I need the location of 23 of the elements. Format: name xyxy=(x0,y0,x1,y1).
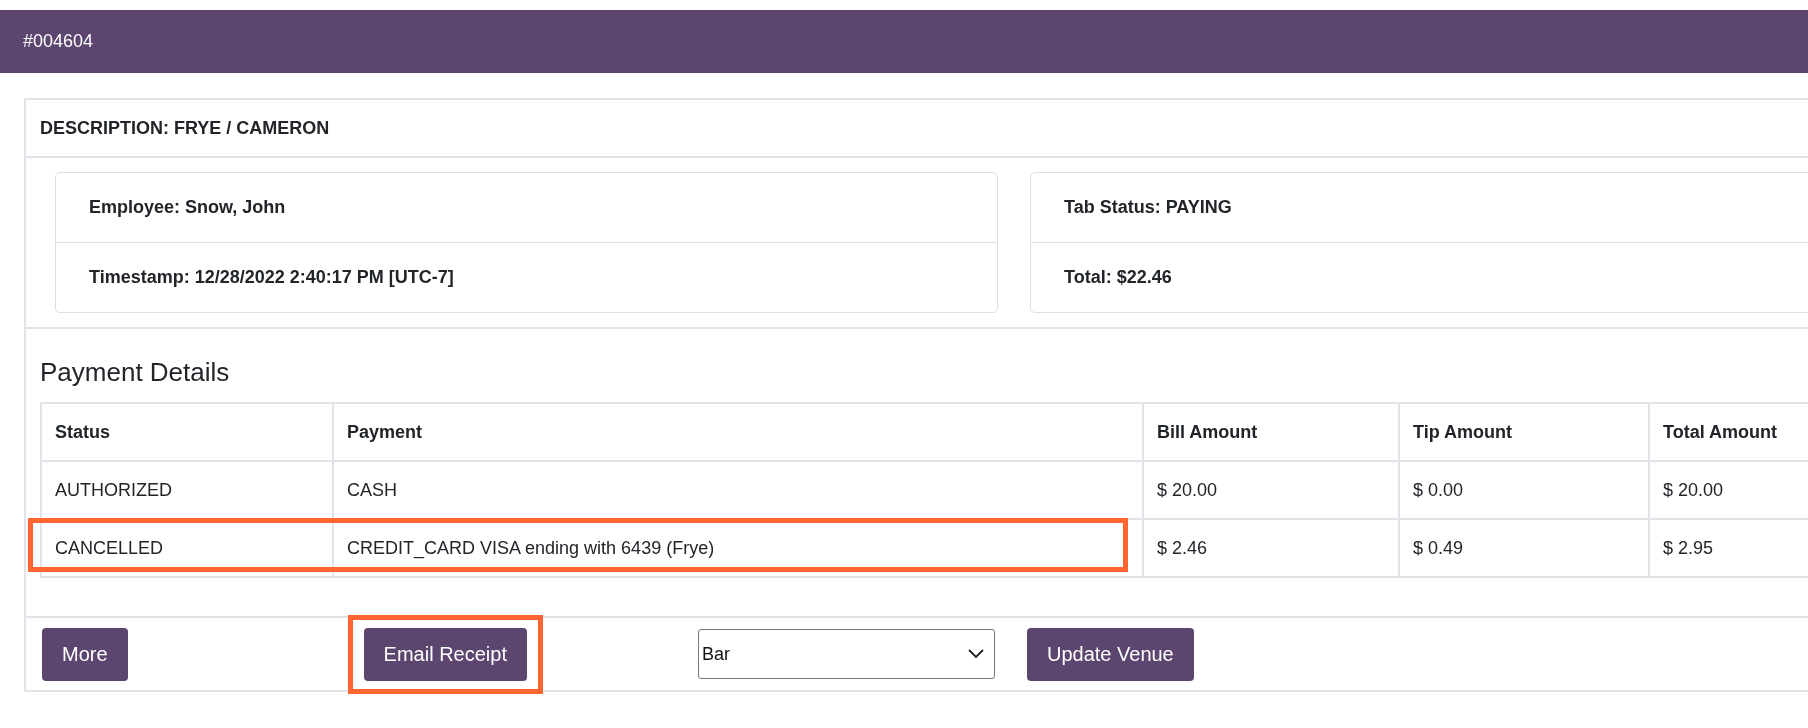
action-button[interactable]: Update Venue xyxy=(1026,627,1194,681)
order-number: #004604 xyxy=(23,31,94,52)
action-button[interactable]: Email Receipt xyxy=(363,627,527,681)
description-label: DESCRIPTION: FRYE / CAMERON xyxy=(40,117,330,139)
info-text: Employee: Snow, John xyxy=(89,197,286,218)
section-title: Payment Details xyxy=(40,357,231,388)
column-header: Bill Amount xyxy=(1143,403,1399,461)
info-text: Timestamp: 12/28/2022 2:40:17 PM [UTC-7] xyxy=(89,267,454,288)
table-cell: $ 20.00 xyxy=(1143,461,1399,519)
action-button[interactable]: More xyxy=(42,627,128,681)
column-header: Payment xyxy=(333,403,1143,461)
table-cell: $ 0.00 xyxy=(1399,461,1649,519)
chevron-down-icon xyxy=(967,649,984,659)
column-header: Status xyxy=(41,403,333,461)
column-header: Total Amount xyxy=(1649,403,1808,461)
column-header: Tip Amount xyxy=(1399,403,1649,461)
info-text: Total: $22.46 xyxy=(1064,267,1172,288)
table-cell: CREDIT_CARD VISA ending with 6439 (Frye) xyxy=(333,519,1143,577)
table-cell: $ 0.49 xyxy=(1399,519,1649,577)
table-cell: $ 2.46 xyxy=(1143,519,1399,577)
venue-dropdown[interactable]: Bar xyxy=(697,629,995,679)
info-text: Tab Status: PAYING xyxy=(1064,197,1232,218)
table-cell: AUTHORIZED xyxy=(41,461,333,519)
